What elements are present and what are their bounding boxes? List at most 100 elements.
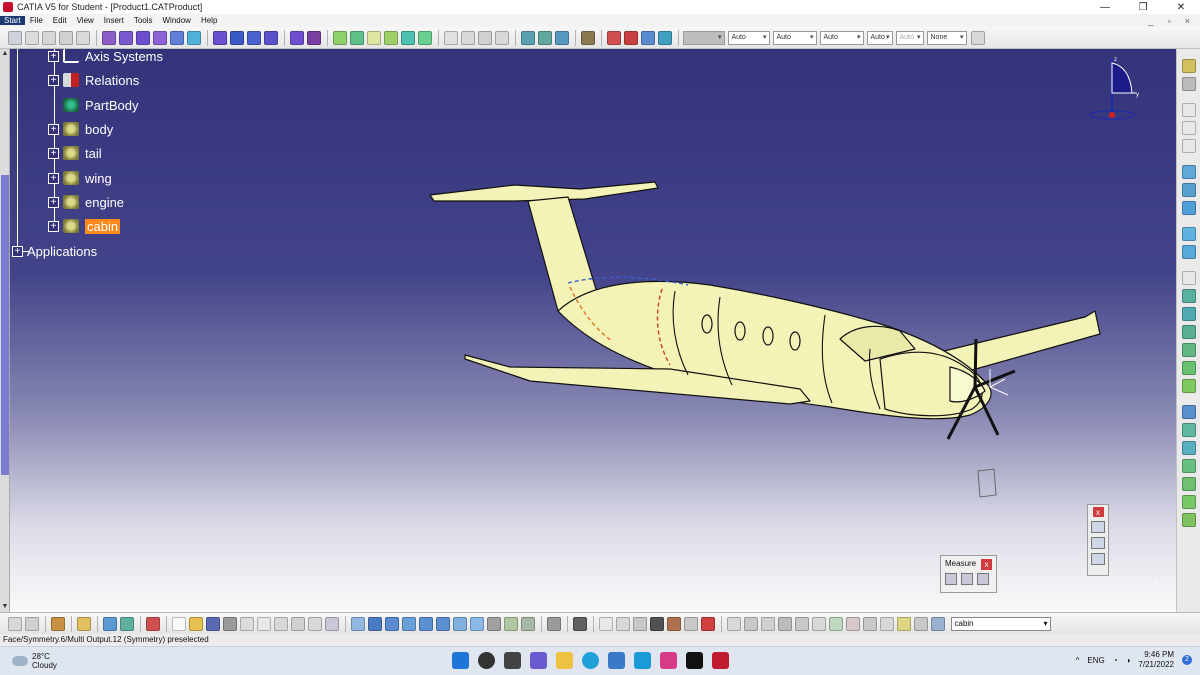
hide-show-icon[interactable] — [146, 616, 160, 631]
linewidth-combo[interactable]: Auto — [772, 30, 817, 45]
render-icon[interactable] — [658, 30, 672, 45]
menu-tools[interactable]: Tools — [129, 16, 158, 25]
sketch-analysis-icon[interactable] — [727, 616, 741, 631]
compass-icon[interactable]: z y — [1084, 53, 1144, 123]
transparency-combo[interactable]: Auto — [727, 30, 770, 45]
comment-icon[interactable] — [616, 616, 630, 631]
measure-toolbar-icon[interactable] — [495, 30, 509, 45]
maximize-button[interactable]: ❐ — [1124, 2, 1162, 13]
hide-icon[interactable] — [624, 30, 638, 45]
knowledge-icon[interactable] — [51, 616, 65, 631]
edge-icon[interactable] — [582, 652, 599, 669]
color-combo[interactable] — [682, 30, 725, 45]
doc-minimize-button[interactable]: _ — [1149, 16, 1154, 26]
close-button[interactable]: ✕ — [1162, 2, 1200, 13]
constraint-contact-icon[interactable] — [350, 30, 364, 45]
open-icon[interactable] — [189, 616, 203, 631]
update-icon[interactable] — [461, 30, 475, 45]
search-icon[interactable] — [76, 30, 90, 45]
measure-icon[interactable] — [103, 616, 117, 631]
explode-icon[interactable] — [247, 30, 261, 45]
render-combo[interactable]: Auto — [895, 30, 924, 45]
measure-close-button[interactable]: x — [981, 559, 992, 570]
iso-view-icon[interactable] — [470, 616, 484, 631]
chat-icon[interactable] — [530, 652, 547, 669]
formula-icon[interactable] — [77, 616, 91, 631]
telegram-icon[interactable] — [634, 652, 651, 669]
none-combo[interactable]: None — [926, 30, 967, 45]
layer-combo[interactable]: Auto — [866, 30, 893, 45]
constraint-coincidence-icon[interactable] — [333, 30, 347, 45]
help-icon[interactable] — [325, 616, 339, 631]
constraint-offset-icon[interactable] — [367, 30, 381, 45]
menu-edit[interactable]: Edit — [48, 16, 72, 25]
3d-viewport[interactable]: + Axis Systems + Relations PartBody + bo… — [10, 49, 1176, 612]
copy-icon[interactable] — [257, 616, 271, 631]
existing-component-icon[interactable] — [153, 30, 167, 45]
eraser-icon[interactable] — [931, 616, 945, 631]
analysis-icon[interactable] — [812, 616, 826, 631]
normal-view-icon[interactable] — [453, 616, 467, 631]
media-icon[interactable] — [686, 652, 703, 669]
format-painter-icon[interactable] — [971, 30, 985, 45]
airplane-model[interactable] — [10, 49, 1176, 612]
menu-start[interactable]: Start — [0, 16, 25, 25]
store-icon[interactable] — [608, 652, 625, 669]
zoom-out-icon[interactable] — [436, 616, 450, 631]
redo-icon[interactable] — [308, 616, 322, 631]
search-icon[interactable] — [478, 652, 495, 669]
graph-icon[interactable] — [42, 30, 56, 45]
menu-file[interactable]: File — [25, 16, 48, 25]
menu-window[interactable]: Window — [158, 16, 196, 25]
cut-plane-icon[interactable] — [846, 616, 860, 631]
extrude-icon[interactable] — [1181, 165, 1196, 179]
fix-component-icon[interactable] — [401, 30, 415, 45]
multi-section-icon[interactable] — [1181, 289, 1196, 303]
layer-icon[interactable] — [547, 616, 561, 631]
rotate-tool-icon[interactable] — [1181, 423, 1196, 437]
reactions-icon[interactable] — [633, 616, 647, 631]
scroll-down-icon[interactable]: ▼ — [1, 603, 9, 611]
fill-icon[interactable] — [1181, 271, 1196, 285]
scene-edit-icon[interactable] — [290, 30, 304, 45]
connect-icon[interactable] — [880, 616, 894, 631]
join-icon[interactable] — [1181, 325, 1196, 339]
fit-all-icon[interactable] — [368, 616, 382, 631]
volume-icon[interactable]: ◑ — [1126, 656, 1131, 665]
exit-workbench-icon[interactable] — [1181, 77, 1196, 91]
stop-icon[interactable] — [701, 616, 715, 631]
new-part-icon[interactable] — [136, 30, 150, 45]
tree-icon[interactable] — [25, 30, 39, 45]
scroll-up-icon[interactable]: ▲ — [1, 50, 9, 58]
blend-icon[interactable] — [1181, 307, 1196, 321]
rotate-icon[interactable] — [1091, 521, 1105, 533]
translate-icon[interactable] — [1181, 405, 1196, 419]
healing-icon[interactable] — [1181, 343, 1196, 357]
doc-restore-button[interactable]: ▫ — [1168, 16, 1171, 26]
linetype-combo[interactable]: Auto — [819, 30, 864, 45]
wifi-icon[interactable]: ◔ — [1113, 656, 1118, 665]
fix-together-icon[interactable] — [418, 30, 432, 45]
task-view-icon[interactable] — [504, 652, 521, 669]
catalog-icon[interactable] — [307, 30, 321, 45]
print-icon[interactable] — [223, 616, 237, 631]
catia-taskbar-icon[interactable] — [712, 652, 729, 669]
swap-space-icon[interactable] — [521, 616, 535, 631]
minimize-button[interactable]: — — [1086, 2, 1124, 13]
spiral-icon[interactable] — [761, 616, 775, 631]
constraint-angle-icon[interactable] — [384, 30, 398, 45]
boolean-icon[interactable] — [829, 616, 843, 631]
plane-icon[interactable] — [1181, 139, 1196, 153]
notification-badge[interactable]: 2 — [1182, 655, 1192, 665]
hide-show-space-icon[interactable] — [504, 616, 518, 631]
menu-view[interactable]: View — [72, 16, 99, 25]
cut-icon[interactable] — [240, 616, 254, 631]
new-icon[interactable] — [172, 616, 186, 631]
table-view-icon[interactable] — [795, 616, 809, 631]
instagram-icon[interactable] — [660, 652, 677, 669]
trim-icon[interactable] — [1181, 379, 1196, 393]
check-icon[interactable] — [684, 616, 698, 631]
reorder-icon[interactable] — [607, 30, 621, 45]
cylinder-icon[interactable] — [1181, 245, 1196, 259]
fly-mode-icon[interactable] — [351, 616, 365, 631]
